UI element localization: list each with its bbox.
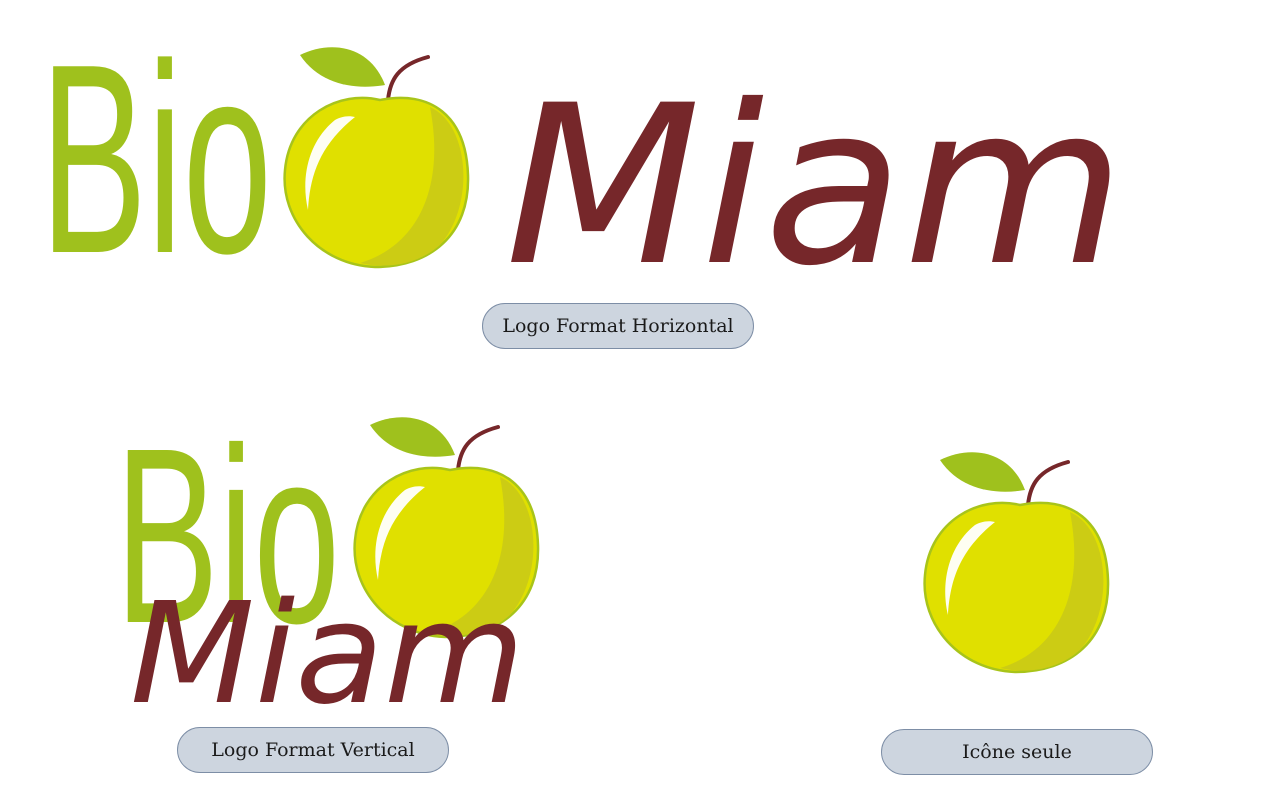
logo-word-bio: Bio: [40, 9, 272, 310]
svg-text:Miam: Miam: [130, 573, 525, 736]
svg-text:Miam: Miam: [505, 58, 1125, 314]
logo-horizontal-graphic: Bio Miam: [40, 9, 1125, 314]
apple-icon: [283, 47, 470, 269]
caption-vertical-text: Logo Format Vertical: [211, 739, 415, 761]
caption-horizontal-text: Logo Format Horizontal: [502, 315, 734, 337]
logo-vertical-graphic: Bio Miam: [115, 396, 540, 736]
logo-word-miam: Miam: [505, 58, 1125, 314]
logo-vertical: Bio Miam: [115, 396, 545, 736]
caption-icon-text: Icône seule: [962, 741, 1072, 763]
caption-icon: Icône seule: [881, 729, 1153, 775]
caption-vertical: Logo Format Vertical: [177, 727, 449, 773]
svg-text:Bio: Bio: [40, 9, 272, 310]
logo-icon-only: [920, 450, 1115, 680]
logo-word-miam: Miam: [130, 573, 525, 736]
logo-horizontal: Bio Miam: [40, 9, 1150, 314]
apple-icon: [923, 452, 1110, 674]
caption-horizontal: Logo Format Horizontal: [482, 303, 754, 349]
